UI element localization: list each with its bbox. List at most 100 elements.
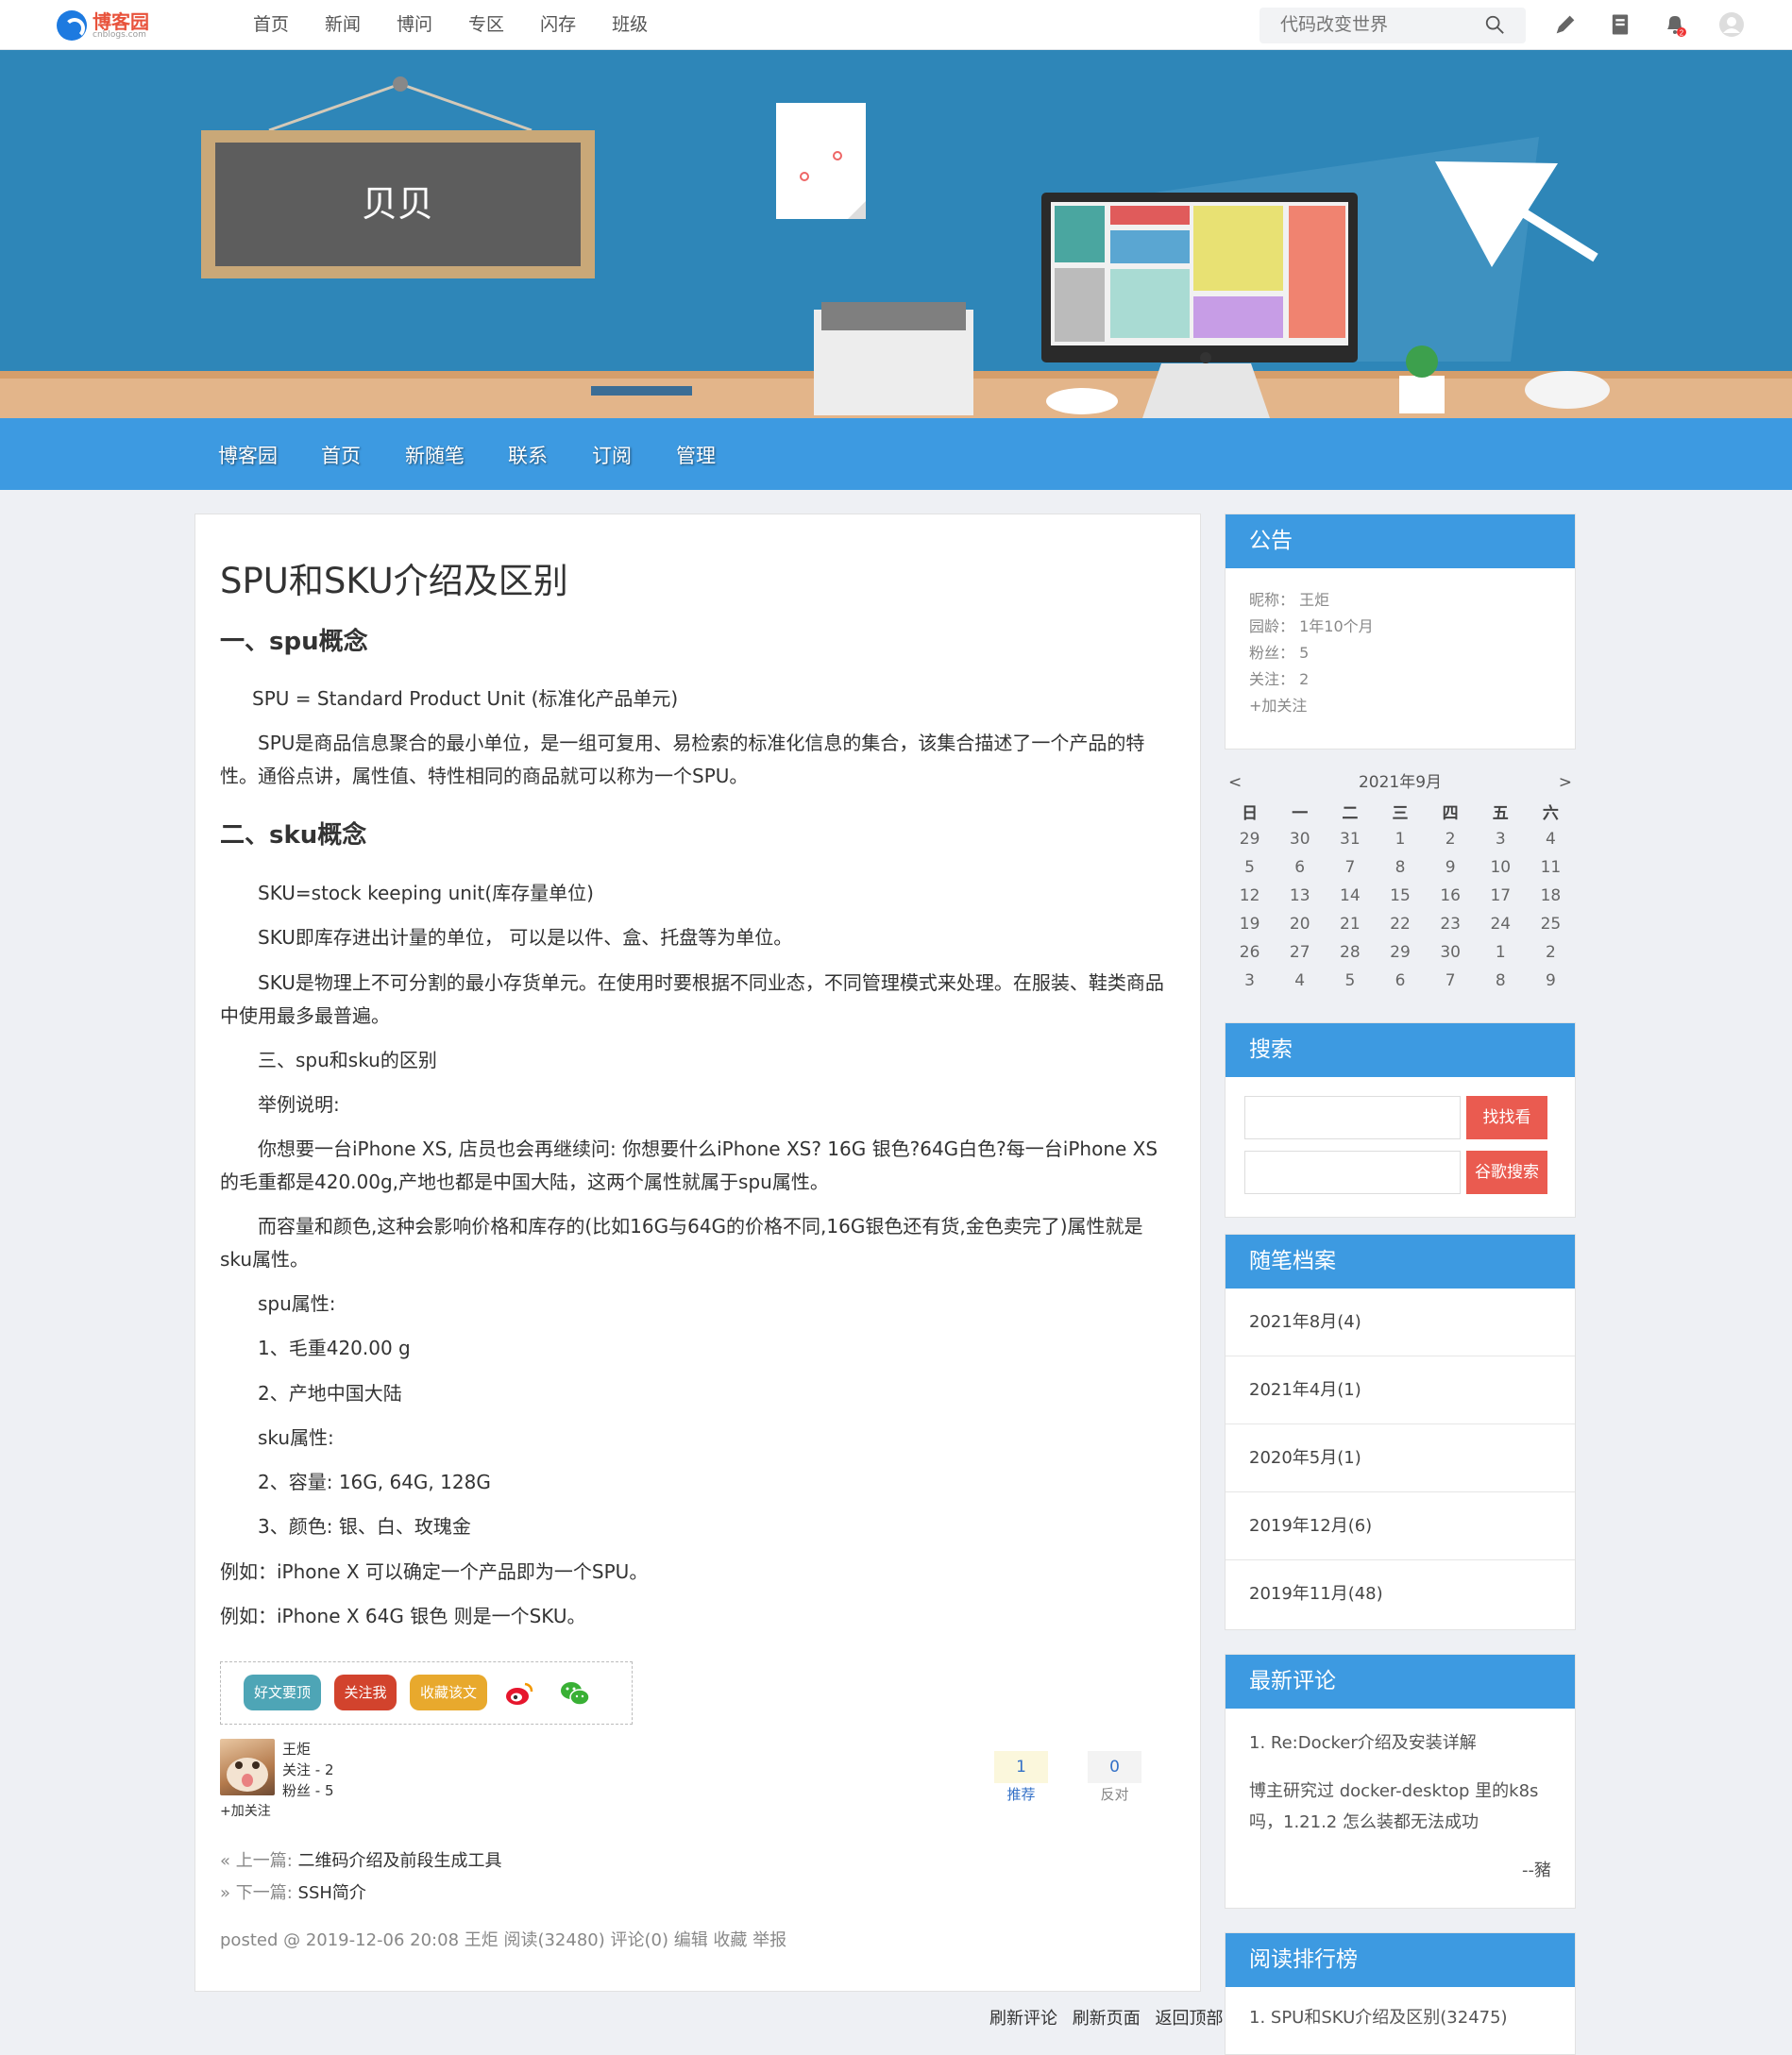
calendar-day[interactable]: 29 bbox=[1225, 825, 1275, 853]
calendar-day[interactable]: 9 bbox=[1426, 853, 1476, 882]
weibo-icon[interactable] bbox=[504, 1679, 534, 1708]
calendar-day[interactable]: 29 bbox=[1375, 938, 1425, 967]
calendar-day[interactable]: 10 bbox=[1476, 853, 1526, 882]
calendar-day[interactable]: 3 bbox=[1225, 967, 1275, 995]
calendar-day[interactable]: 30 bbox=[1426, 938, 1476, 967]
back-to-top-link[interactable]: 返回顶部 bbox=[1155, 2009, 1223, 2029]
blognav-admin[interactable]: 管理 bbox=[676, 441, 716, 469]
blognav-contact[interactable]: 联系 bbox=[508, 441, 548, 469]
calendar-day[interactable]: 6 bbox=[1375, 967, 1425, 995]
calendar-day[interactable]: 4 bbox=[1275, 967, 1325, 995]
calendar-day[interactable]: 12 bbox=[1225, 882, 1275, 910]
archive-item[interactable]: 2020年5月(1) bbox=[1226, 1424, 1575, 1492]
calendar-day[interactable]: 16 bbox=[1426, 882, 1476, 910]
calendar-day[interactable]: 22 bbox=[1375, 910, 1425, 938]
site-search-input[interactable] bbox=[1244, 1096, 1461, 1139]
calendar-day[interactable]: 20 bbox=[1275, 910, 1325, 938]
bury-box[interactable]: 0 反对 bbox=[1088, 1751, 1141, 1806]
calendar-day[interactable]: 24 bbox=[1476, 910, 1526, 938]
calendar-day[interactable]: 7 bbox=[1325, 853, 1375, 882]
rank-item[interactable]: 1. SPU和SKU介绍及区别(32475) bbox=[1226, 1987, 1575, 2046]
calendar-day[interactable]: 1 bbox=[1375, 825, 1425, 853]
blognav-cnblogs[interactable]: 博客园 bbox=[218, 441, 278, 469]
prev-post-link[interactable]: 二维码介绍及前段生成工具 bbox=[298, 1851, 502, 1871]
calendar-day[interactable]: 5 bbox=[1325, 967, 1375, 995]
calendar-day[interactable]: 17 bbox=[1476, 882, 1526, 910]
comment-author[interactable]: --豬 bbox=[1249, 1855, 1551, 1886]
calendar-day[interactable]: 11 bbox=[1526, 853, 1576, 882]
author-fans[interactable]: 粉丝 - 5 bbox=[282, 1780, 334, 1801]
search-icon[interactable] bbox=[1484, 14, 1505, 35]
bell-icon[interactable]: 2 bbox=[1662, 11, 1688, 38]
blognav-subscribe[interactable]: 订阅 bbox=[592, 441, 632, 469]
note-icon[interactable] bbox=[1607, 11, 1633, 38]
notice-follow-link[interactable]: +加关注 bbox=[1249, 693, 1551, 719]
calendar-prev[interactable]: < bbox=[1228, 768, 1242, 797]
recommend-button[interactable]: 好文要顶 bbox=[244, 1675, 321, 1710]
calendar-day[interactable]: 26 bbox=[1225, 938, 1275, 967]
archive-item[interactable]: 2019年12月(6) bbox=[1226, 1492, 1575, 1560]
post-nav: « 上一篇: 二维码介绍及前段生成工具 » 下一篇: SSH简介 bbox=[220, 1845, 502, 1910]
wechat-icon[interactable] bbox=[559, 1679, 591, 1708]
author-follow-link[interactable]: +加关注 bbox=[220, 1801, 271, 1820]
refresh-comments-link[interactable]: 刷新评论 bbox=[989, 2009, 1057, 2029]
favorite-button[interactable]: 收藏该文 bbox=[410, 1675, 487, 1710]
post-title[interactable]: SPU和SKU介绍及区别 bbox=[220, 552, 568, 603]
refresh-page-link[interactable]: 刷新页面 bbox=[1073, 2009, 1141, 2029]
top-search-input[interactable] bbox=[1259, 8, 1467, 43]
notice-nickname[interactable]: 昵称： 王炬 bbox=[1249, 587, 1551, 614]
google-search-button[interactable]: 谷歌搜索 bbox=[1466, 1151, 1547, 1194]
blognav-new-post[interactable]: 新随笔 bbox=[405, 441, 465, 469]
comment-title-link[interactable]: 1. Re:Docker介绍及安装详解 bbox=[1249, 1727, 1551, 1759]
notice-following[interactable]: 关注： 2 bbox=[1249, 666, 1551, 693]
calendar-day[interactable]: 30 bbox=[1275, 825, 1325, 853]
calendar-day[interactable]: 28 bbox=[1325, 938, 1375, 967]
notice-fans[interactable]: 粉丝： 5 bbox=[1249, 640, 1551, 666]
calendar-day[interactable]: 18 bbox=[1526, 882, 1576, 910]
author-following[interactable]: 关注 - 2 bbox=[282, 1760, 334, 1780]
archive-item[interactable]: 2021年8月(4) bbox=[1226, 1289, 1575, 1356]
topnav-zone[interactable]: 专区 bbox=[468, 0, 522, 50]
calendar-day[interactable]: 8 bbox=[1375, 853, 1425, 882]
topnav-news[interactable]: 新闻 bbox=[325, 0, 379, 50]
calendar-day[interactable]: 5 bbox=[1225, 853, 1275, 882]
notice-age[interactable]: 园龄： 1年10个月 bbox=[1249, 614, 1551, 640]
archive-item[interactable]: 2019年11月(48) bbox=[1226, 1560, 1575, 1628]
calendar-day[interactable]: 6 bbox=[1275, 853, 1325, 882]
topnav-home[interactable]: 首页 bbox=[253, 0, 307, 50]
follow-button[interactable]: 关注我 bbox=[334, 1675, 397, 1710]
calendar-day[interactable]: 9 bbox=[1526, 967, 1576, 995]
calendar-day[interactable]: 27 bbox=[1275, 938, 1325, 967]
para-spu-desc: SPU是商品信息聚合的最小单位，是一组可复用、易检索的标准化信息的集合，该集合描… bbox=[220, 732, 1145, 787]
calendar-day[interactable]: 15 bbox=[1375, 882, 1425, 910]
calendar-day[interactable]: 31 bbox=[1325, 825, 1375, 853]
calendar-day[interactable]: 19 bbox=[1225, 910, 1275, 938]
cnblogs-logo[interactable]: 博客园 cnblogs.com bbox=[57, 8, 149, 43]
site-search-button[interactable]: 找找看 bbox=[1466, 1096, 1547, 1139]
next-post-link[interactable]: SSH简介 bbox=[298, 1883, 366, 1903]
calendar-day[interactable]: 2 bbox=[1526, 938, 1576, 967]
topnav-ing[interactable]: 闪存 bbox=[540, 0, 594, 50]
topnav-class[interactable]: 班级 bbox=[612, 0, 666, 50]
topnav-ask[interactable]: 博问 bbox=[397, 0, 450, 50]
calendar-day[interactable]: 8 bbox=[1476, 967, 1526, 995]
calendar-day[interactable]: 1 bbox=[1476, 938, 1526, 967]
author-name[interactable]: 王炬 bbox=[282, 1739, 334, 1760]
user-avatar-icon[interactable] bbox=[1718, 11, 1745, 38]
calendar-day[interactable]: 25 bbox=[1526, 910, 1576, 938]
calendar-day[interactable]: 23 bbox=[1426, 910, 1476, 938]
archive-item[interactable]: 2021年4月(1) bbox=[1226, 1356, 1575, 1424]
calendar-day[interactable]: 14 bbox=[1325, 882, 1375, 910]
calendar-day[interactable]: 2 bbox=[1426, 825, 1476, 853]
calendar-day[interactable]: 4 bbox=[1526, 825, 1576, 853]
author-avatar[interactable] bbox=[220, 1739, 275, 1795]
calendar-next[interactable]: > bbox=[1559, 768, 1572, 797]
calendar-day[interactable]: 21 bbox=[1325, 910, 1375, 938]
digg-box[interactable]: 1 推荐 bbox=[994, 1751, 1048, 1806]
calendar-day[interactable]: 13 bbox=[1275, 882, 1325, 910]
calendar-day[interactable]: 7 bbox=[1426, 967, 1476, 995]
blognav-home[interactable]: 首页 bbox=[321, 441, 361, 469]
calendar-day[interactable]: 3 bbox=[1476, 825, 1526, 853]
google-search-input[interactable] bbox=[1244, 1151, 1461, 1194]
pencil-icon[interactable] bbox=[1552, 11, 1579, 38]
